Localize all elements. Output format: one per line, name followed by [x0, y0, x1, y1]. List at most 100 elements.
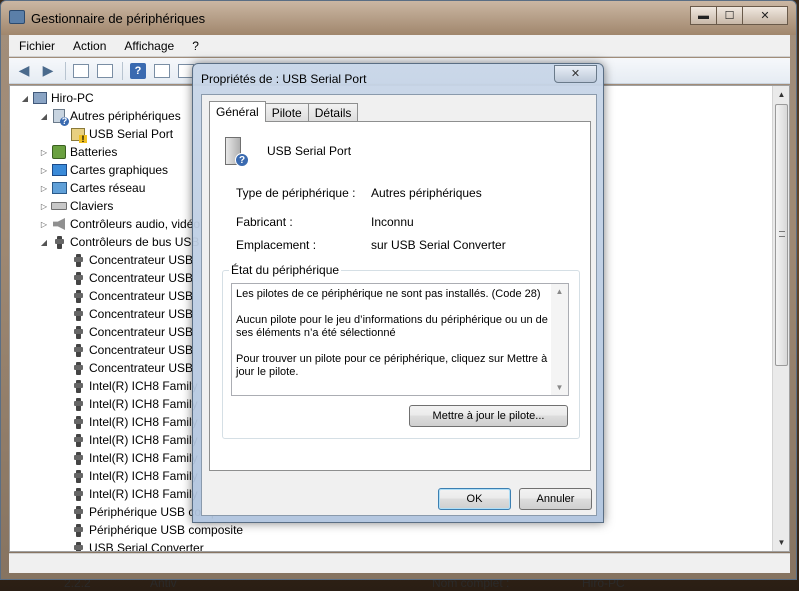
tree-node[interactable]: Intel(R) ICH8 Family — [58, 377, 198, 395]
tree-node-label: Concentrateur USB — [89, 361, 194, 375]
expand-arrow-icon[interactable]: ▷ — [39, 166, 49, 175]
usb-icon — [70, 540, 86, 551]
title-bar[interactable]: Gestionnaire de périphériques ▬ ☐ ✕ — [1, 1, 796, 35]
menu-action[interactable]: Action — [63, 39, 114, 53]
tree-node[interactable]: Concentrateur USB — [58, 305, 193, 323]
dialog-body: Général Pilote Détails ? USB Serial Port… — [201, 94, 597, 516]
tree-node[interactable]: ▷ Batteries — [39, 143, 117, 161]
forward-arrow-icon[interactable]: ▶ — [37, 61, 59, 81]
tree-scrollbar[interactable]: ▲ ▼ — [772, 86, 789, 551]
tree-node[interactable]: Intel(R) ICH8 Family — [58, 413, 198, 431]
help-icon[interactable]: ? — [127, 61, 149, 81]
expand-arrow-icon[interactable]: ▷ — [39, 148, 49, 157]
tree-node[interactable]: ◢ Autres périphériques — [39, 107, 181, 126]
scroll-up-icon[interactable]: ▲ — [551, 287, 568, 296]
usb-icon — [70, 306, 86, 322]
cancel-button[interactable]: Annuler — [519, 488, 592, 510]
update-driver-button[interactable]: Mettre à jour le pilote... — [409, 405, 568, 427]
tree-node-label: Hiro-PC — [51, 91, 94, 105]
tree-node[interactable]: Concentrateur USB — [58, 251, 193, 269]
scroll-down-icon[interactable]: ▼ — [773, 534, 789, 551]
window-title: Gestionnaire de périphériques — [31, 11, 206, 26]
usb-icon — [70, 270, 86, 286]
scroll-down-icon[interactable]: ▼ — [551, 383, 568, 392]
tree-node-label: USB Serial Converter — [89, 541, 204, 552]
tree-node[interactable]: Concentrateur USB — [58, 323, 193, 341]
tree-node-label: Concentrateur USB — [89, 343, 194, 357]
tree-node[interactable]: Intel(R) ICH8 Family — [58, 395, 198, 413]
scroll-thumb[interactable] — [775, 104, 788, 366]
menu-affichage[interactable]: Affichage — [114, 39, 182, 53]
tree-node-label: Claviers — [70, 199, 114, 213]
expand-arrow-icon[interactable]: ▷ — [39, 220, 49, 229]
minimize-button[interactable]: ▬ — [690, 6, 717, 25]
expand-arrow-icon[interactable]: ▷ — [39, 202, 49, 211]
maximize-button[interactable]: ☐ — [716, 6, 743, 25]
tree-node[interactable]: ◢ Hiro-PC — [20, 89, 94, 107]
tree-node[interactable]: Concentrateur USB — [58, 359, 193, 377]
tab-pilote[interactable]: Pilote — [264, 103, 309, 122]
expand-arrow-icon[interactable]: ◢ — [39, 112, 49, 121]
device-status-group: État du périphérique Les pilotes de ce p… — [222, 263, 580, 439]
close-button[interactable]: ✕ — [742, 6, 788, 25]
warning-device-icon — [70, 126, 87, 143]
tree-node[interactable]: Intel(R) ICH8 Family — [58, 449, 198, 467]
tree-node[interactable]: USB Serial Converter — [58, 539, 204, 552]
expand-arrow-icon[interactable]: ◢ — [20, 94, 30, 103]
tree-node-label: Concentrateur USB — [89, 271, 194, 285]
usb-icon — [70, 378, 86, 394]
usb-icon — [70, 450, 86, 466]
menu-help[interactable]: ? — [182, 39, 207, 53]
dialog-close-button[interactable]: ✕ — [554, 65, 597, 83]
tree-node[interactable]: Intel(R) ICH8 Family — [58, 431, 198, 449]
ok-button[interactable]: OK — [438, 488, 511, 510]
properties-icon[interactable] — [94, 61, 116, 81]
tree-node[interactable]: ▷ Cartes graphiques — [39, 161, 168, 179]
manufacturer-label: Fabricant : — [236, 215, 293, 229]
tree-node[interactable]: ▷ Cartes réseau — [39, 179, 145, 197]
back-arrow-icon[interactable]: ◀ — [13, 61, 35, 81]
tree-node[interactable]: ◢ Contrôleurs de bus USB — [39, 233, 199, 251]
tree-node[interactable]: Intel(R) ICH8 Family — [58, 467, 198, 485]
general-tab-page: ? USB Serial Port Type de périphérique :… — [209, 121, 591, 471]
tree-node[interactable]: Concentrateur USB — [58, 287, 193, 305]
tree-node-label: Batteries — [70, 145, 118, 159]
usb-icon — [70, 396, 86, 412]
network-adapter-icon — [51, 180, 67, 196]
tree-node-label: Concentrateur USB — [89, 289, 194, 303]
tree-node[interactable]: Concentrateur USB — [58, 341, 193, 359]
scroll-up-icon[interactable]: ▲ — [773, 86, 789, 103]
tree-node[interactable]: USB Serial Port — [58, 125, 173, 143]
manufacturer-value: Inconnu — [371, 215, 414, 229]
tab-general[interactable]: Général — [209, 101, 266, 122]
tree-node[interactable]: Intel(R) ICH8 Family — [58, 485, 198, 503]
status-line: Aucun pilote pour le jeu d’informations … — [236, 314, 548, 339]
status-scrollbar[interactable]: ▲ ▼ — [551, 284, 568, 395]
unknown-device-icon — [51, 108, 69, 126]
usb-icon — [70, 342, 86, 358]
menu-fichier[interactable]: Fichier — [9, 39, 63, 53]
device-manager-icon — [9, 10, 25, 24]
tree-node[interactable]: ▷ Claviers — [39, 197, 113, 215]
device-status-label: État du périphérique — [229, 263, 342, 277]
background-text: Antiv — [150, 580, 177, 590]
usb-icon — [70, 432, 86, 448]
tab-details[interactable]: Détails — [307, 103, 359, 122]
usb-icon — [70, 468, 86, 484]
status-line: Pour trouver un pilote pour ce périphéri… — [236, 353, 548, 378]
location-value: sur USB Serial Converter — [371, 238, 506, 252]
show-hide-tree-icon[interactable] — [70, 61, 92, 81]
tree-node[interactable]: Périphérique USB composite — [58, 521, 243, 539]
expand-arrow-icon[interactable]: ◢ — [39, 238, 49, 247]
tree-node-label: Concentrateur USB — [89, 325, 194, 339]
usb-icon — [70, 324, 86, 340]
status-bar — [9, 553, 790, 573]
background-text: 2.2.2 — [64, 580, 91, 590]
background-details-strip: 2.2.2 Antiv Nom complet : Hiro-PC — [0, 580, 799, 591]
device-status-textbox[interactable]: Les pilotes de ce périphérique ne sont p… — [231, 283, 569, 396]
view-icon[interactable] — [151, 61, 173, 81]
battery-icon — [51, 144, 67, 160]
tree-node[interactable]: Concentrateur USB — [58, 269, 193, 287]
expand-arrow-icon[interactable]: ▷ — [39, 184, 49, 193]
tree-node-label: Périphérique USB composite — [89, 523, 244, 537]
